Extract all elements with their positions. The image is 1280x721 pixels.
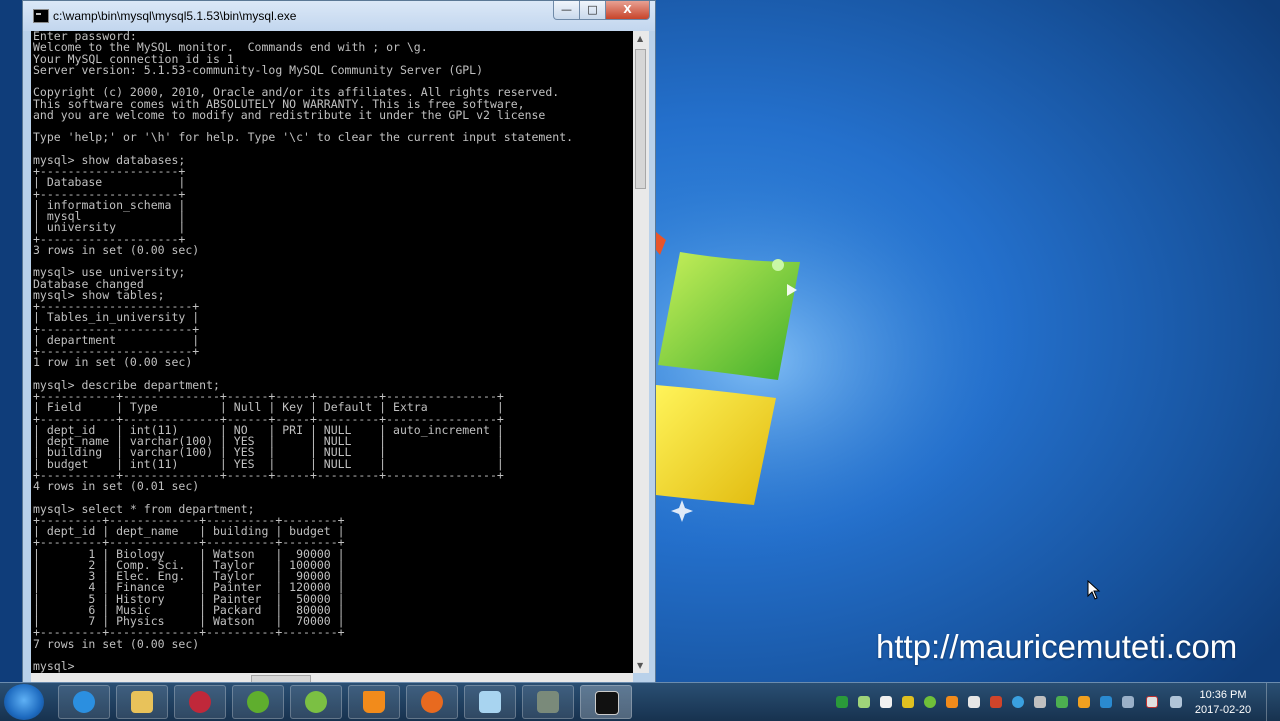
watermark-url: http://mauricemuteti.com: [876, 628, 1238, 665]
tool-icon[interactable]: [522, 685, 574, 719]
window-title: c:\wamp\bin\mysql\mysql5.1.53\bin\mysql.…: [53, 9, 297, 23]
utorrent-icon[interactable]: [232, 685, 284, 719]
tray-icon-3[interactable]: [880, 696, 892, 708]
mysql-console-window[interactable]: c:\wamp\bin\mysql\mysql5.1.53\bin\mysql.…: [22, 0, 656, 686]
tray-icon-12[interactable]: [1078, 696, 1090, 708]
show-desktop-button[interactable]: [1266, 683, 1280, 721]
signal-icon[interactable]: [1170, 696, 1182, 708]
network-icon[interactable]: [290, 685, 342, 719]
close-button[interactable]: X: [605, 1, 650, 20]
console-text: Enter password: Welcome to the MySQL mon…: [33, 31, 574, 673]
flag-icon[interactable]: [1146, 696, 1158, 708]
clock-time: 10:36 PM: [1199, 689, 1247, 701]
tray-icon-14[interactable]: [1122, 696, 1134, 708]
vertical-scrollbar[interactable]: ▲ ▼: [633, 31, 649, 673]
taskbar-clock[interactable]: 10:36 PM 2017-02-20: [1193, 688, 1253, 718]
vlc-icon[interactable]: [348, 685, 400, 719]
explorer-icon[interactable]: [116, 685, 168, 719]
tray-icon-5[interactable]: [924, 696, 936, 708]
tray-icon-2[interactable]: [858, 696, 870, 708]
maximize-button[interactable]: □: [579, 1, 606, 20]
cmd-window-icon: [33, 9, 49, 23]
clock-date: 2017-02-20: [1194, 704, 1252, 716]
tray-icon-1[interactable]: [836, 696, 848, 708]
tray-icon-8[interactable]: [990, 696, 1002, 708]
mouse-cursor-icon: [1087, 580, 1101, 600]
tray-icon-10[interactable]: [1034, 696, 1046, 708]
tray-icon-9[interactable]: [1012, 696, 1024, 708]
firefox-icon[interactable]: [406, 685, 458, 719]
window-titlebar[interactable]: c:\wamp\bin\mysql\mysql5.1.53\bin\mysql.…: [23, 1, 655, 31]
tray-icon-7[interactable]: [968, 696, 980, 708]
tray-icon-6[interactable]: [946, 696, 958, 708]
scroll-down-icon[interactable]: ▼: [637, 661, 643, 670]
scroll-up-icon[interactable]: ▲: [637, 34, 643, 43]
console-output[interactable]: Enter password: Welcome to the MySQL mon…: [31, 31, 633, 673]
tray-icon-11[interactable]: [1056, 696, 1068, 708]
tray-icon-13[interactable]: [1100, 696, 1112, 708]
tray-icon-4[interactable]: [902, 696, 914, 708]
notes-icon[interactable]: [464, 685, 516, 719]
app-icon[interactable]: [174, 685, 226, 719]
vertical-scroll-thumb[interactable]: [635, 49, 646, 189]
minimize-button[interactable]: —: [553, 1, 580, 20]
start-button[interactable]: [4, 684, 44, 720]
ie-icon[interactable]: [58, 685, 110, 719]
cmd-icon[interactable]: [580, 685, 632, 719]
taskbar: 10:36 PM 2017-02-20: [0, 682, 1280, 721]
